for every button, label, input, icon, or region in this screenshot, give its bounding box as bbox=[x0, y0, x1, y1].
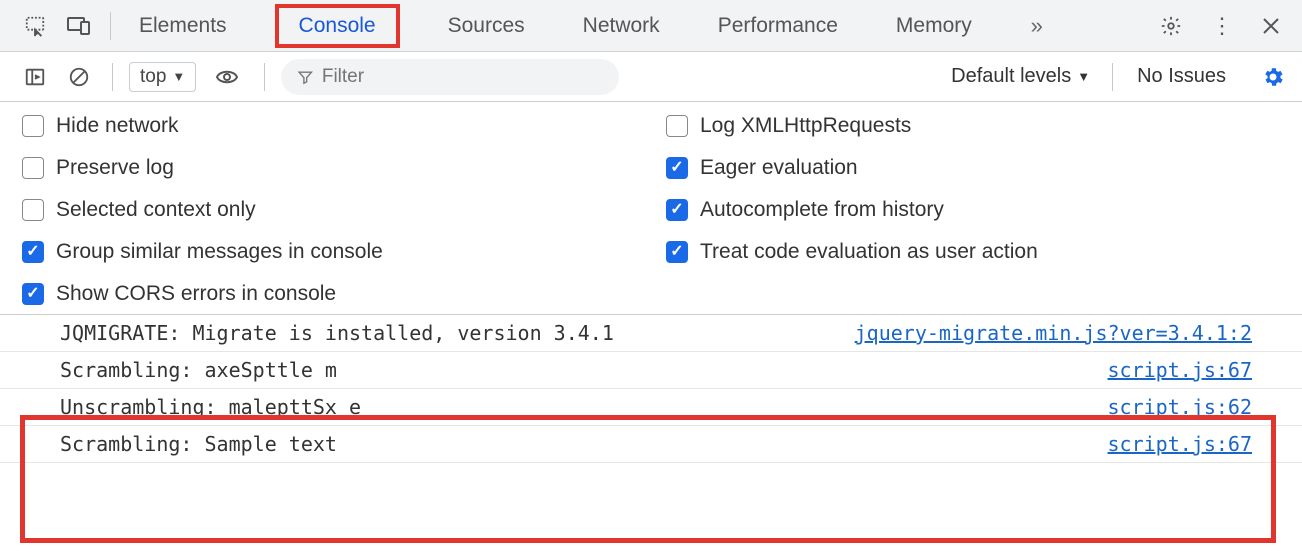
chevron-down-icon: ▼ bbox=[172, 69, 185, 84]
setting-group-similar[interactable]: Group similar messages in console bbox=[22, 240, 636, 264]
kebab-menu-icon[interactable]: ⋮ bbox=[1204, 9, 1238, 43]
more-tabs-icon[interactable]: » bbox=[1020, 9, 1054, 43]
tab-sources[interactable]: Sources bbox=[438, 9, 535, 43]
device-toggle-icon[interactable] bbox=[62, 9, 96, 43]
context-select-label: top bbox=[140, 66, 166, 88]
chevron-down-icon: ▼ bbox=[1077, 69, 1090, 84]
log-message: Scrambling: Sample text bbox=[60, 432, 337, 456]
console-settings-icon[interactable] bbox=[1256, 60, 1290, 94]
console-filter-bar: top ▼ Default levels ▼ No Issues bbox=[0, 52, 1302, 102]
console-log-area: JQMIGRATE: Migrate is installed, version… bbox=[0, 315, 1302, 463]
tab-network[interactable]: Network bbox=[573, 9, 670, 43]
gear-icon[interactable] bbox=[1154, 9, 1188, 43]
tab-memory[interactable]: Memory bbox=[886, 9, 982, 43]
tab-elements[interactable]: Elements bbox=[129, 9, 237, 43]
issues-indicator[interactable]: No Issues bbox=[1129, 65, 1234, 88]
filter-input[interactable] bbox=[322, 66, 603, 88]
clear-console-icon[interactable] bbox=[62, 60, 96, 94]
tab-console[interactable]: Console bbox=[275, 4, 400, 48]
inspect-element-icon[interactable] bbox=[18, 9, 52, 43]
log-message: Unscrambling: malepttSx e bbox=[60, 395, 361, 419]
setting-cors-errors[interactable]: Show CORS errors in console bbox=[22, 282, 636, 306]
sidebar-toggle-icon[interactable] bbox=[18, 60, 52, 94]
setting-preserve-log[interactable]: Preserve log bbox=[22, 156, 636, 180]
log-row[interactable]: Scrambling: axeSpttle m script.js:67 bbox=[0, 352, 1302, 389]
console-settings-grid: Hide network Preserve log Selected conte… bbox=[0, 102, 1302, 315]
divider bbox=[1112, 63, 1113, 91]
log-source-link[interactable]: script.js:67 bbox=[1108, 432, 1253, 456]
log-source-link[interactable]: script.js:62 bbox=[1108, 395, 1253, 419]
close-icon[interactable] bbox=[1254, 9, 1288, 43]
setting-hide-network[interactable]: Hide network bbox=[22, 114, 636, 138]
context-select[interactable]: top ▼ bbox=[129, 62, 196, 92]
setting-treat-user-action[interactable]: Treat code evaluation as user action bbox=[666, 240, 1280, 264]
log-row[interactable]: JQMIGRATE: Migrate is installed, version… bbox=[0, 315, 1302, 352]
setting-log-xhr[interactable]: Log XMLHttpRequests bbox=[666, 114, 1280, 138]
tab-strip: Elements Console Sources Network Perform… bbox=[129, 4, 1054, 48]
filter-icon bbox=[297, 68, 314, 86]
log-message: Scrambling: axeSpttle m bbox=[60, 358, 337, 382]
tab-performance[interactable]: Performance bbox=[708, 9, 848, 43]
log-source-link[interactable]: script.js:67 bbox=[1108, 358, 1253, 382]
devtools-top-bar: Elements Console Sources Network Perform… bbox=[0, 0, 1302, 52]
levels-label: Default levels bbox=[951, 65, 1071, 88]
setting-eager-eval[interactable]: Eager evaluation bbox=[666, 156, 1280, 180]
log-message: JQMIGRATE: Migrate is installed, version… bbox=[60, 321, 614, 345]
setting-selected-context[interactable]: Selected context only bbox=[22, 198, 636, 222]
live-expression-icon[interactable] bbox=[210, 60, 244, 94]
log-source-link[interactable]: jquery-migrate.min.js?ver=3.4.1:2 bbox=[855, 321, 1252, 345]
log-row[interactable]: Unscrambling: malepttSx e script.js:62 bbox=[0, 389, 1302, 426]
divider bbox=[264, 63, 265, 91]
divider bbox=[112, 63, 113, 91]
setting-autocomplete[interactable]: Autocomplete from history bbox=[666, 198, 1280, 222]
log-row[interactable]: Scrambling: Sample text script.js:67 bbox=[0, 426, 1302, 463]
divider bbox=[110, 12, 111, 40]
filter-input-wrap[interactable] bbox=[281, 59, 619, 95]
levels-dropdown[interactable]: Default levels ▼ bbox=[945, 62, 1096, 91]
